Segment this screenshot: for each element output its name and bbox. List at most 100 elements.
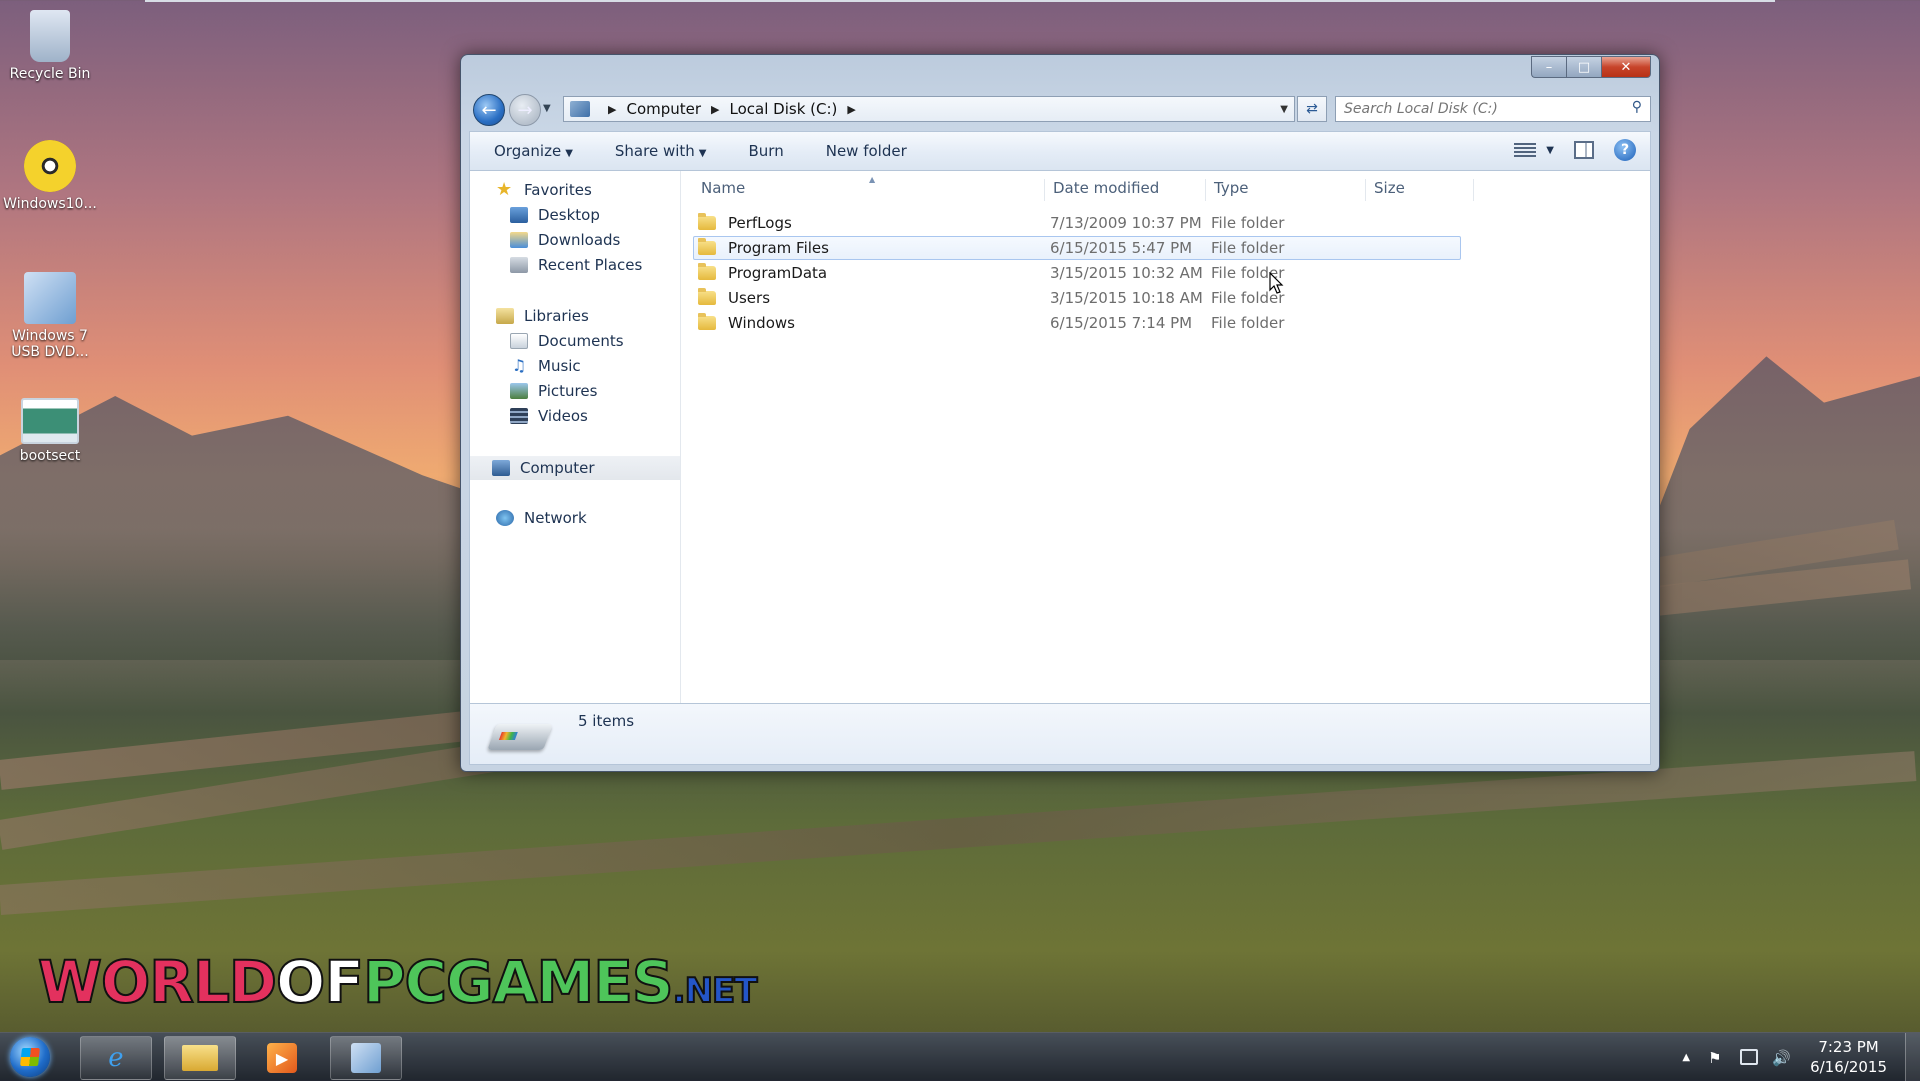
file-date: 7/13/2009 10:37 PM [1050,214,1202,232]
internet-explorer-icon: ℯ [108,1043,124,1073]
file-type: File folder [1211,289,1285,307]
nav-label: Libraries [524,307,589,325]
network-icon [496,510,514,526]
address-bar[interactable]: ▶ Computer ▶ Local Disk (C:) ▶ ▼ [563,96,1295,122]
file-type: File folder [1211,239,1285,257]
search-box[interactable]: ⚲ [1335,96,1651,122]
arrow-left-icon: ← [481,99,497,121]
action-center-flag-icon[interactable]: ⚑ [1708,1049,1726,1067]
column-label: Date modified [1053,179,1160,197]
refresh-button[interactable]: ⇄ [1297,96,1327,122]
volume-icon[interactable]: 🔊 [1772,1049,1791,1067]
nav-favorites[interactable]: ★ Favorites [496,181,592,200]
file-row[interactable]: PerfLogs 7/13/2009 10:37 PM File folder [693,211,1461,235]
breadcrumb-local-disk[interactable]: Local Disk (C:) [730,100,838,118]
address-dropdown-icon[interactable]: ▼ [1280,104,1288,115]
show-desktop-button[interactable] [1905,1033,1920,1081]
file-date: 3/15/2015 10:32 AM [1050,264,1203,282]
file-row[interactable]: Users 3/15/2015 10:18 AM File folder [693,286,1461,310]
desktop-icon-usb-dvd-tool[interactable]: Windows 7 USB DVD... [0,272,100,360]
file-name: Program Files [728,239,829,257]
preview-pane-button[interactable] [1574,141,1594,159]
explorer-window[interactable]: – □ ✕ ← → ▼ ▶ Computer ▶ Local Disk (C:)… [460,54,1660,772]
pictures-icon [510,383,528,399]
column-header-date-modified[interactable]: Date modified [1045,179,1206,201]
file-name: PerfLogs [728,214,792,232]
desktop-icon-bootsect[interactable]: bootsect [0,398,100,464]
forward-button[interactable]: → [509,94,541,126]
arrow-right-icon: → [517,99,533,121]
file-name: Users [728,289,771,307]
column-header-name[interactable]: ▲ Name [693,175,1045,201]
organize-label: Organize [494,142,562,160]
organize-button[interactable]: Organize ▼ [492,140,575,162]
search-icon[interactable]: ⚲ [1632,99,1642,115]
nav-item-documents[interactable]: Documents [510,332,624,350]
file-row[interactable]: Windows 6/15/2015 7:14 PM File folder [693,311,1461,335]
back-button[interactable]: ← [473,94,505,126]
nav-label: Pictures [538,382,598,400]
file-date: 6/15/2015 7:14 PM [1050,314,1193,332]
nav-label: Computer [520,459,595,477]
clock[interactable]: 7:23 PM 6/16/2015 [1810,1037,1887,1077]
nav-item-downloads[interactable]: Downloads [510,231,620,249]
nav-network[interactable]: Network [496,509,587,527]
nav-item-music[interactable]: ♫ Music [510,357,581,375]
burn-button[interactable]: Burn [747,140,786,162]
minimize-button[interactable]: – [1531,56,1566,78]
search-input[interactable] [1336,97,1616,121]
maximize-button[interactable]: □ [1566,56,1601,78]
share-with-button[interactable]: Share with ▼ [613,140,709,162]
network-icon[interactable] [1740,1049,1759,1065]
caret-down-icon: ▼ [1546,144,1554,156]
help-button[interactable]: ? [1614,139,1636,161]
close-button[interactable]: ✕ [1601,56,1651,78]
watermark-world: WORLD [37,947,278,1017]
taskbar-usb-dvd-tool[interactable] [330,1036,402,1080]
music-note-icon: ♫ [511,356,527,375]
mouse-pointer-icon [1269,272,1284,294]
navigation-pane: ★ Favorites Desktop Downloads Recent Pla… [470,171,681,703]
share-with-label: Share with [614,142,695,160]
desktop-icon-label: Windows10... [3,196,97,212]
taskbar-file-explorer[interactable] [164,1036,236,1080]
start-button[interactable] [10,1037,50,1077]
nav-item-videos[interactable]: Videos [510,407,588,425]
show-hidden-icons-button[interactable]: ▲ [1682,1052,1690,1063]
chevron-right-icon[interactable]: ▶ [711,103,719,116]
nav-computer[interactable]: Computer [470,456,680,480]
recent-pages-dropdown[interactable]: ▼ [543,103,551,114]
nav-label: Recent Places [538,256,643,274]
recycle-bin-icon [30,10,70,62]
file-explorer-icon [182,1045,218,1071]
taskbar-internet-explorer[interactable]: ℯ [80,1036,152,1080]
desktop-icon-windows10-dvd[interactable]: Windows10... [0,140,100,212]
chevron-right-icon[interactable]: ▶ [608,103,616,116]
nav-libraries[interactable]: Libraries [496,307,589,325]
desktop-icon-label: Windows 7 USB DVD... [11,328,89,360]
column-header-type[interactable]: Type [1206,179,1366,201]
desktop-icon-recycle-bin[interactable]: Recycle Bin [0,10,100,82]
nav-item-desktop[interactable]: Desktop [510,206,600,224]
taskbar: ℯ ▶ ▲ ⚑ 🔊 7:23 PM 6/16/2015 [0,1032,1920,1081]
window-controls: – □ ✕ [1531,56,1651,78]
downloads-icon [510,232,528,248]
file-row[interactable]: Program Files 6/15/2015 5:47 PM File fol… [693,236,1461,260]
nav-item-pictures[interactable]: Pictures [510,382,597,400]
column-label: Size [1374,179,1405,197]
nav-label: Documents [538,332,624,350]
explorer-content: ★ Favorites Desktop Downloads Recent Pla… [469,170,1651,704]
new-folder-button[interactable]: New folder [824,140,909,162]
file-date: 3/15/2015 10:18 AM [1050,289,1203,307]
chevron-right-icon[interactable]: ▶ [847,103,855,116]
file-row[interactable]: ProgramData 3/15/2015 10:32 AM File fold… [693,261,1461,285]
computer-icon [492,460,510,476]
taskbar-media-player[interactable]: ▶ [246,1036,318,1080]
watermark-logo: WORLDOFPCGAMES.NET [37,947,758,1017]
top-edge-strip [145,0,1775,2]
breadcrumb-computer[interactable]: Computer [626,100,701,118]
nav-item-recent-places[interactable]: Recent Places [510,256,642,274]
change-view-button[interactable]: ▼ [1514,143,1554,157]
column-header-size[interactable]: Size [1366,179,1474,201]
file-name: ProgramData [728,264,828,282]
